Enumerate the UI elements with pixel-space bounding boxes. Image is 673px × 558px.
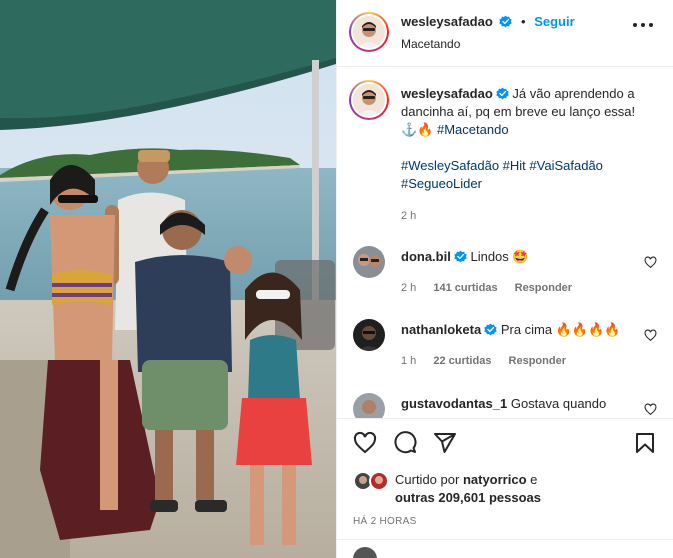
- post-actions-section: Curtido por natyorrico e outras 209,601 …: [337, 418, 673, 558]
- caption-author-avatar-image: [353, 84, 385, 116]
- hashtags-line: #WesleySafadão #Hit #VaiSafadão: [401, 157, 641, 175]
- verified-badge-icon: [499, 15, 513, 28]
- heart-icon[interactable]: [644, 403, 657, 416]
- comment-text: Gostava quando: [510, 396, 607, 411]
- video-frame-illustration: [0, 0, 336, 558]
- header-title-row: wesleysafadao • Seguir: [401, 14, 575, 29]
- liked-by-connector: e: [530, 472, 538, 487]
- comment-body: nathanloketa Pra cima 🔥🔥🔥🔥: [401, 321, 620, 338]
- more-options-icon[interactable]: [631, 20, 655, 30]
- hashtag-link[interactable]: #WesleySafadão: [401, 158, 499, 173]
- comment-icon[interactable]: [393, 431, 417, 455]
- liked-by-prefix: Curtido por: [395, 472, 460, 487]
- commenter-username[interactable]: dona.bil: [401, 249, 451, 264]
- hashtags-line: #SegueoLider: [401, 175, 641, 193]
- current-user-avatar: [353, 547, 377, 558]
- commenter-avatar[interactable]: [353, 393, 385, 418]
- divider: [337, 539, 673, 540]
- reply-button[interactable]: Responder: [509, 355, 566, 367]
- liker-username[interactable]: natyorrico: [463, 472, 527, 487]
- commenter-avatar[interactable]: [353, 246, 385, 278]
- comment-time[interactable]: 1 h: [401, 355, 416, 367]
- reply-button[interactable]: Responder: [515, 282, 572, 294]
- comment-body: gustavodantas_1 Gostava quando: [401, 395, 606, 412]
- commenter-avatar-image: [353, 319, 385, 351]
- liked-by-text: Curtido por natyorrico e outras 209,601 …: [395, 471, 541, 507]
- caption-timestamp[interactable]: 2 h: [401, 207, 641, 225]
- verified-badge-icon: [496, 87, 509, 100]
- commenter-avatar[interactable]: [353, 319, 385, 351]
- caption-author-avatar[interactable]: [349, 80, 389, 120]
- commenter-username[interactable]: gustavodantas_1: [401, 396, 507, 411]
- post-location[interactable]: Macetando: [401, 37, 460, 51]
- likes-count-link[interactable]: outras 209,601 pessoas: [395, 490, 541, 505]
- hashtag-link[interactable]: #Macetando: [437, 122, 509, 137]
- commenter-avatar-image: [353, 246, 385, 278]
- hashtag-link[interactable]: #VaiSafadão: [529, 158, 603, 173]
- verified-badge-icon: [484, 323, 497, 336]
- comments-scroll-area[interactable]: wesleysafadao Já vão aprendendo a dancin…: [337, 68, 673, 418]
- share-icon[interactable]: [433, 431, 457, 455]
- comment-meta: 1 h 22 curtidas Responder: [401, 355, 580, 367]
- post-header: wesleysafadao • Seguir Macetando: [337, 0, 673, 67]
- post-timestamp[interactable]: HÁ 2 HORAS: [353, 516, 417, 527]
- instagram-post-view: wesleysafadao • Seguir Macetando wesleys…: [0, 0, 673, 558]
- heart-icon[interactable]: [644, 329, 657, 342]
- hashtag-link[interactable]: #Hit: [503, 158, 526, 173]
- bookmark-icon[interactable]: [633, 431, 657, 455]
- comment-likes[interactable]: 141 curtidas: [433, 282, 497, 294]
- heart-icon[interactable]: [353, 431, 377, 455]
- comment-body: dona.bil Lindos 🤩: [401, 248, 529, 265]
- comment-text: Lindos 🤩: [470, 249, 529, 264]
- comment-item: gustavodantas_1 Gostava quando: [337, 389, 673, 418]
- comment-time[interactable]: 2 h: [401, 282, 416, 294]
- post-side-panel: wesleysafadao • Seguir Macetando wesleys…: [336, 0, 673, 558]
- caption-author-username[interactable]: wesleysafadao: [401, 86, 493, 101]
- liker-avatar-image: [371, 473, 387, 489]
- verified-badge-icon: [454, 250, 467, 263]
- hashtag-link[interactable]: #SegueoLider: [401, 176, 482, 191]
- author-avatar-image: [353, 16, 385, 48]
- commenter-username[interactable]: nathanloketa: [401, 322, 481, 337]
- post-caption: wesleysafadao Já vão aprendendo a dancin…: [401, 85, 641, 225]
- author-avatar[interactable]: [349, 12, 389, 52]
- author-username[interactable]: wesleysafadao: [401, 14, 493, 29]
- separator-dot: •: [521, 14, 526, 29]
- comment-item: dona.bil Lindos 🤩 2 h 141 curtidas Respo…: [337, 242, 673, 302]
- liker-avatar[interactable]: [369, 471, 389, 491]
- comment-likes[interactable]: 22 curtidas: [433, 355, 491, 367]
- follow-button[interactable]: Seguir: [534, 14, 574, 29]
- comment-text: Pra cima 🔥🔥🔥🔥: [500, 322, 621, 337]
- comment-item: nathanloketa Pra cima 🔥🔥🔥🔥 1 h 22 curtid…: [337, 315, 673, 375]
- comment-meta: 2 h 141 curtidas Responder: [401, 282, 586, 294]
- post-media-video[interactable]: [0, 0, 336, 558]
- heart-icon[interactable]: [644, 256, 657, 269]
- commenter-avatar-image: [353, 393, 385, 418]
